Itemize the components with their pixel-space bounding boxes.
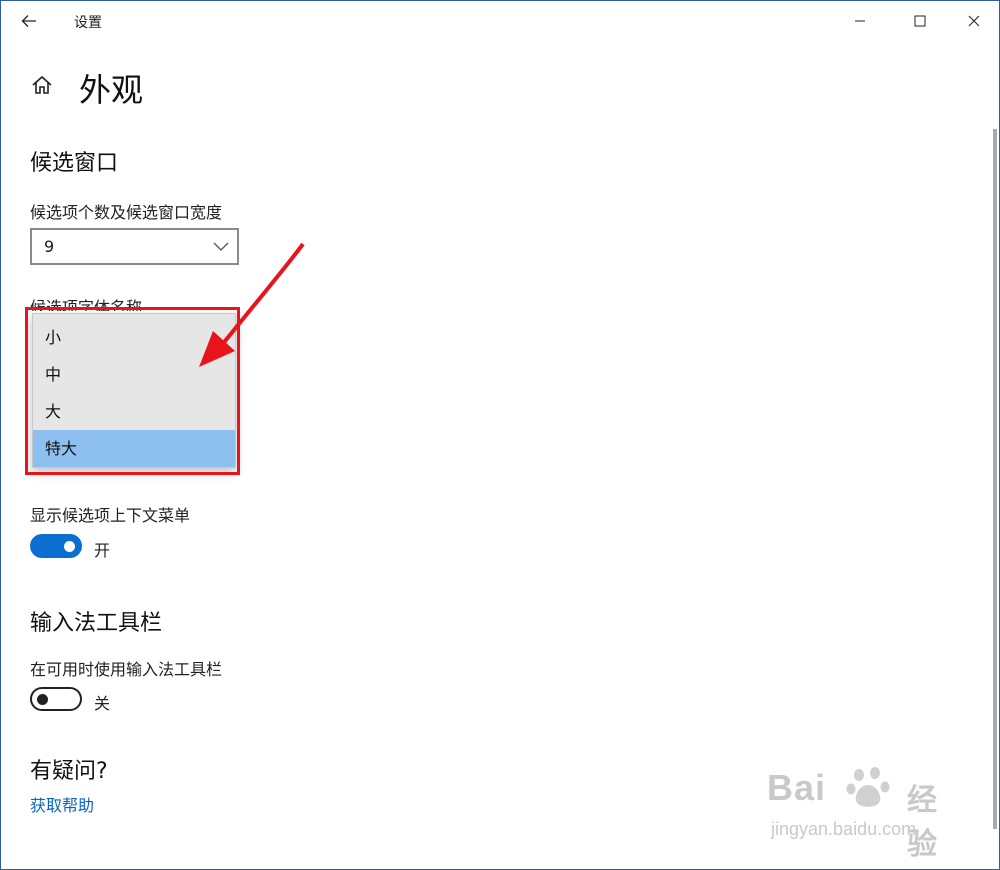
home-icon bbox=[32, 75, 52, 94]
dropdown-option-medium[interactable]: 中 bbox=[33, 356, 235, 393]
dropdown-option-extra-large[interactable]: 特大 bbox=[33, 430, 235, 467]
minimize-icon bbox=[855, 20, 865, 22]
section-title-candidate-window: 候选窗口 bbox=[30, 151, 119, 176]
chevron-down-icon bbox=[213, 242, 229, 251]
candidate-count-label: 候选项个数及候选窗口宽度 bbox=[30, 203, 223, 222]
maximize-button[interactable] bbox=[897, 5, 943, 37]
close-icon bbox=[968, 15, 980, 27]
back-arrow-icon bbox=[21, 15, 36, 27]
help-title: 有疑问? bbox=[30, 759, 108, 784]
paw-icon bbox=[846, 767, 890, 807]
minimize-button[interactable] bbox=[837, 5, 883, 37]
settings-window: 设置 外观 候选窗口 候选项个数及候选窗口宽度 9 候选项字体名称 小 中 大 … bbox=[0, 0, 1000, 870]
window-title: 设置 bbox=[74, 15, 102, 31]
toolbar-label: 在可用时使用输入法工具栏 bbox=[30, 660, 223, 679]
title-bar: 设置 bbox=[1, 1, 999, 41]
page-title: 外观 bbox=[79, 71, 144, 109]
back-button[interactable] bbox=[15, 7, 43, 35]
toolbar-toggle[interactable] bbox=[30, 687, 82, 711]
get-help-link[interactable]: 获取帮助 bbox=[30, 792, 94, 816]
baidu-watermark: Bai 经验 jingyan.baidu.com bbox=[761, 761, 961, 861]
home-button[interactable] bbox=[30, 73, 54, 97]
context-menu-label: 显示候选项上下文菜单 bbox=[30, 506, 191, 525]
scrollbar[interactable] bbox=[993, 129, 997, 829]
candidate-count-value: 9 bbox=[44, 237, 55, 256]
maximize-icon bbox=[914, 15, 926, 27]
dropdown-option-large[interactable]: 大 bbox=[33, 393, 235, 430]
toggle-knob bbox=[64, 540, 75, 552]
dropdown-option-small[interactable]: 小 bbox=[33, 319, 235, 356]
close-button[interactable] bbox=[951, 5, 997, 37]
watermark-suffix-text: 经验 bbox=[907, 784, 937, 861]
candidate-font-label: 候选项字体名称 bbox=[30, 298, 143, 311]
section-title-toolbar: 输入法工具栏 bbox=[30, 611, 163, 636]
toggle-knob bbox=[37, 693, 48, 705]
candidate-count-select[interactable]: 9 bbox=[30, 228, 239, 265]
toolbar-toggle-state: 关 bbox=[94, 694, 111, 713]
context-menu-toggle-state: 开 bbox=[94, 541, 111, 560]
watermark-main-text: Bai bbox=[767, 767, 827, 808]
context-menu-toggle[interactable] bbox=[30, 534, 82, 558]
watermark-url-text: jingyan.baidu.com bbox=[771, 819, 917, 839]
font-size-dropdown: 小 中 大 特大 bbox=[32, 313, 236, 468]
